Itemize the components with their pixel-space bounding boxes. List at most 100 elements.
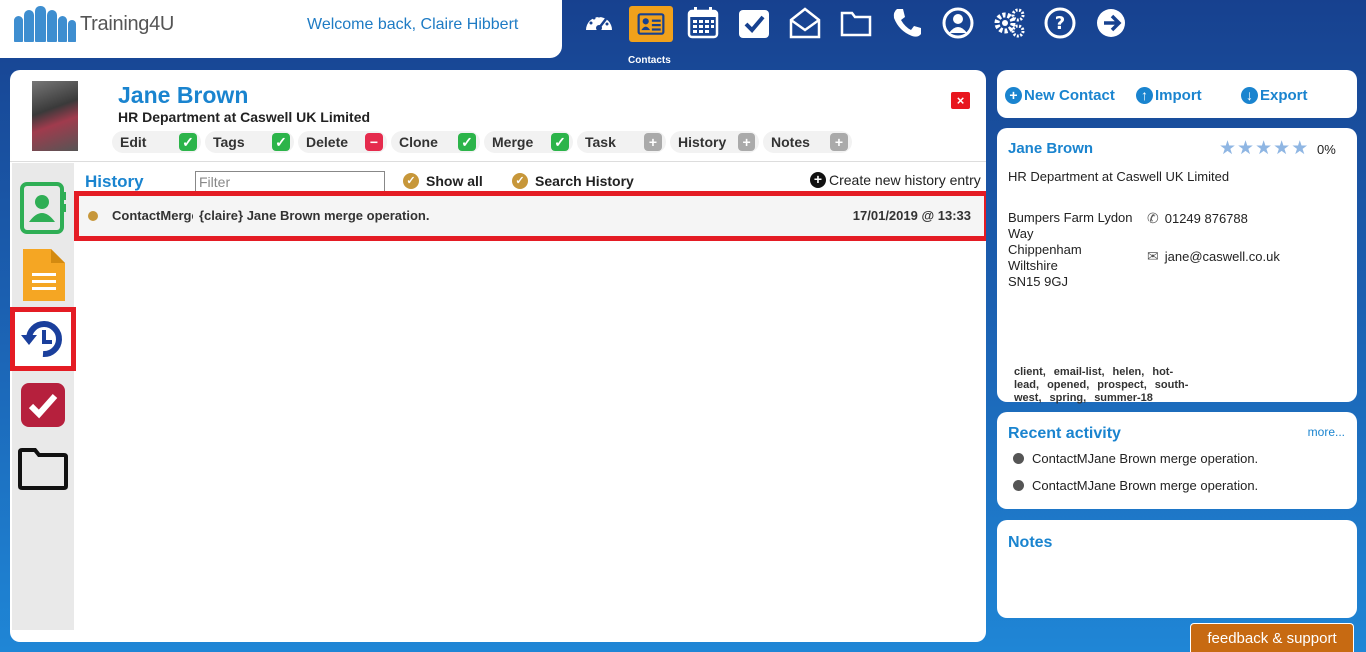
contact-name: Jane Brown [118, 82, 249, 108]
card-name: Jane Brown [1008, 140, 1094, 157]
email-address: jane@caswell.co.uk [1164, 249, 1280, 264]
notes-button[interactable]: Notes + [763, 131, 852, 153]
contact-actions-panel: + New Contact ↑ Import ↓ Export [997, 70, 1357, 118]
delete-button[interactable]: Delete − [298, 131, 387, 153]
create-history-entry-button[interactable]: + Create new history entry [810, 172, 981, 188]
activity-item[interactable]: ContactMJane Brown merge operation. [1013, 451, 1258, 466]
card-email[interactable]: ✉ jane@caswell.co.uk [1147, 248, 1280, 265]
activity-text: ContactMJane Brown merge operation. [1032, 451, 1259, 466]
notes-title: Notes [1008, 534, 1053, 551]
plus-icon: + [738, 133, 755, 151]
merge-button[interactable]: Merge ✓ [484, 131, 573, 153]
logout-icon[interactable] [1090, 2, 1132, 44]
activity-item[interactable]: ContactMJane Brown merge operation. [1013, 478, 1258, 493]
close-button[interactable]: × [951, 92, 970, 109]
folder-icon[interactable] [835, 2, 877, 44]
settings-icon[interactable] [988, 2, 1030, 44]
export-label: Export [1260, 87, 1308, 104]
edit-label: Edit [120, 134, 147, 150]
logo[interactable]: Training4U [14, 6, 174, 42]
star-icon[interactable]: ★ [1237, 139, 1254, 158]
contact-department: HR Department at Caswell UK Limited [118, 109, 371, 125]
activity-text: ContactMJane Brown merge operation. [1032, 478, 1259, 493]
tag-list: client, email-list, helen, hot-lead, opened,… [1014, 366, 1314, 405]
side-tabs [10, 163, 76, 630]
search-history-label: Search History [535, 173, 634, 189]
logo-people-icon [14, 6, 76, 42]
rating-stars[interactable]: ★ ★ ★ ★ ★ [1219, 139, 1308, 158]
card-department: HR Department at Caswell UK Limited [1008, 169, 1230, 184]
star-icon[interactable]: ★ [1273, 139, 1290, 158]
plus-circle-icon: + [1005, 87, 1022, 104]
top-nav: ? [578, 2, 1132, 44]
brand-name: Training4U [80, 12, 175, 35]
bullet-icon [1013, 453, 1024, 464]
address-line: Chippenham [1008, 242, 1082, 257]
task-label: Task [585, 134, 616, 150]
history-row[interactable]: ContactMerge {claire} Jane Brown merge o… [74, 191, 986, 241]
new-contact-label: New Contact [1024, 87, 1115, 104]
tasks-icon[interactable] [733, 2, 775, 44]
tag[interactable]: summer-18 [1094, 392, 1153, 404]
history-filter-input[interactable] [195, 171, 385, 192]
history-button[interactable]: History + [670, 131, 759, 153]
import-button[interactable]: ↑ Import [1136, 87, 1202, 104]
help-icon[interactable]: ? [1039, 2, 1081, 44]
star-icon[interactable]: ★ [1291, 139, 1308, 158]
check-icon: ✓ [179, 133, 197, 151]
plus-circle-icon: + [810, 172, 826, 188]
welcome-message: Welcome back, Claire Hibbert [307, 16, 519, 33]
plus-icon: + [644, 133, 662, 151]
mail-icon[interactable] [784, 2, 826, 44]
tag[interactable]: prospect, [1097, 379, 1147, 391]
new-contact-button[interactable]: + New Contact [1005, 87, 1115, 104]
calendar-icon[interactable] [682, 2, 724, 44]
check-icon: ✓ [551, 133, 569, 151]
minus-icon: − [365, 133, 383, 151]
tag[interactable]: helen, [1113, 366, 1145, 378]
dashboard-icon[interactable] [578, 2, 620, 44]
import-label: Import [1155, 87, 1202, 104]
contact-header: Jane Brown HR Department at Caswell UK L… [10, 70, 986, 162]
export-button[interactable]: ↓ Export [1241, 87, 1308, 104]
star-icon[interactable]: ★ [1255, 139, 1272, 158]
phone-icon: ✆ [1147, 210, 1159, 226]
task-button[interactable]: Task + [577, 131, 666, 153]
create-history-label: Create new history entry [829, 172, 981, 188]
phone-icon[interactable] [886, 2, 928, 44]
card-phone[interactable]: ✆ 01249 876788 [1147, 210, 1248, 227]
tags-button[interactable]: Tags ✓ [205, 131, 294, 153]
address-line: Wiltshire [1008, 258, 1058, 273]
history-description: {claire} Jane Brown merge operation. [199, 208, 430, 223]
side-document-icon[interactable] [12, 245, 74, 305]
tag[interactable]: opened, [1047, 379, 1089, 391]
user-icon[interactable] [937, 2, 979, 44]
feedback-support-button[interactable]: feedback & support [1190, 623, 1354, 652]
contact-panel: Jane Brown HR Department at Caswell UK L… [10, 70, 986, 642]
edit-button[interactable]: Edit ✓ [112, 131, 201, 153]
more-link[interactable]: more... [1308, 425, 1345, 439]
side-contact-card-icon[interactable] [12, 181, 74, 237]
tag[interactable]: spring, [1050, 392, 1087, 404]
phone-number: 01249 876788 [1164, 211, 1248, 226]
cloud-download-icon: ↓ [1241, 87, 1258, 104]
action-bar: Edit ✓ Tags ✓ Delete − Clone ✓ Merge ✓ Task + … [112, 131, 852, 153]
side-history-icon[interactable] [10, 307, 76, 371]
contact-photo[interactable] [32, 81, 78, 151]
search-history-checkbox[interactable]: ✓ Search History [512, 173, 634, 189]
history-type: ContactMerge [112, 208, 193, 223]
merge-label: Merge [492, 134, 534, 150]
clone-button[interactable]: Clone ✓ [391, 131, 480, 153]
tag[interactable]: client, [1014, 366, 1046, 378]
envelope-icon: ✉ [1147, 248, 1159, 264]
star-icon[interactable]: ★ [1219, 139, 1236, 158]
card-address: Bumpers Farm Lydon Way Chippenham Wiltsh… [1008, 210, 1138, 290]
tag[interactable]: email-list, [1054, 366, 1105, 378]
show-all-checkbox[interactable]: ✓ Show all [403, 173, 483, 189]
side-tasks-icon[interactable] [12, 377, 74, 433]
plus-icon: + [830, 133, 848, 151]
side-folder-icon[interactable] [12, 441, 74, 497]
svg-text:?: ? [1055, 13, 1065, 34]
delete-label: Delete [306, 134, 349, 150]
contacts-icon[interactable] [629, 6, 673, 42]
